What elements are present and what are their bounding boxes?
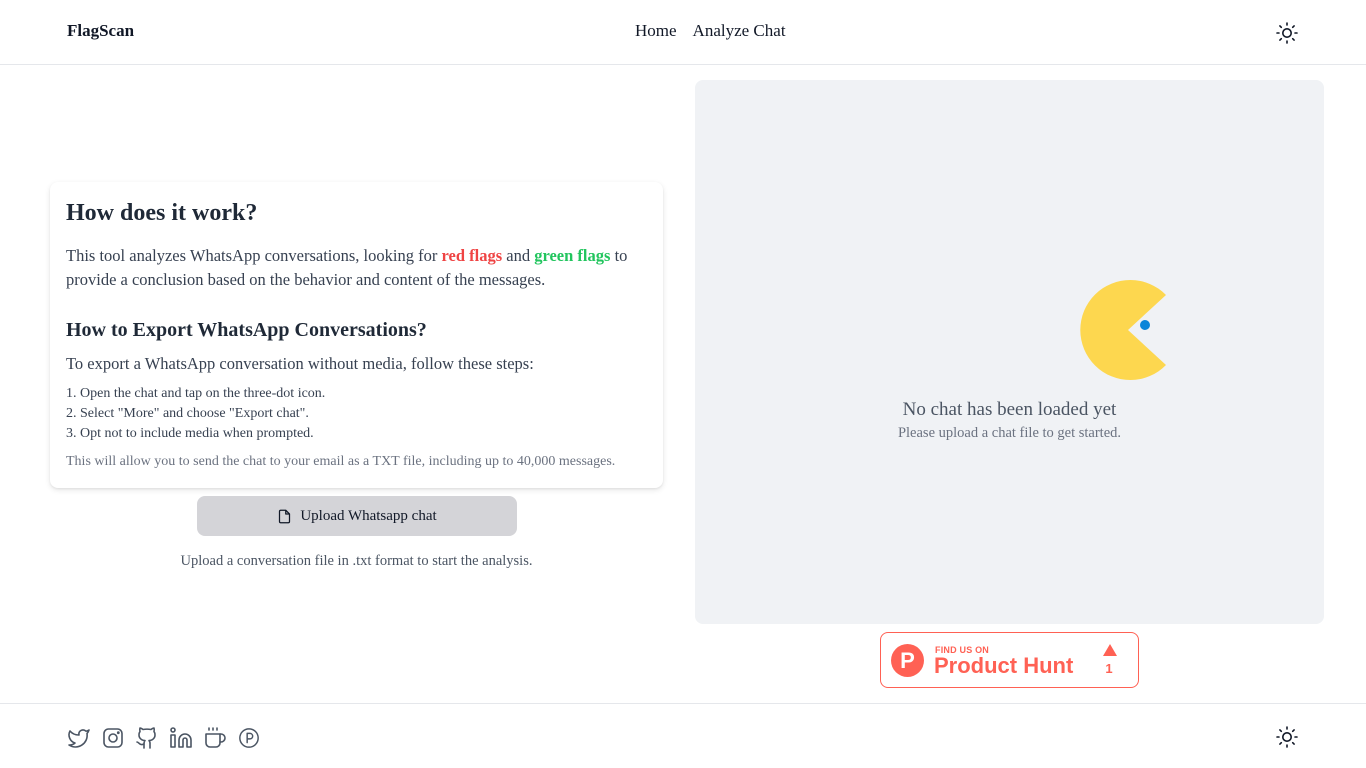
upvote-triangle-icon bbox=[1103, 644, 1117, 656]
how-it-works-title: How does it work? bbox=[66, 200, 258, 226]
product-hunt-badge[interactable]: P FIND US ON Product Hunt 1 bbox=[880, 632, 1139, 688]
red-flags-label: red flags bbox=[441, 246, 503, 265]
twitter-link[interactable] bbox=[67, 726, 91, 750]
nav-analyze-chat[interactable]: Analyze Chat bbox=[693, 21, 786, 41]
social-links bbox=[67, 726, 261, 750]
upload-hint: Upload a conversation file in .txt forma… bbox=[180, 553, 533, 569]
site-footer bbox=[0, 703, 1366, 768]
linkedin-icon bbox=[170, 727, 192, 748]
upload-chat-button[interactable]: Upload Whatsapp chat bbox=[197, 496, 517, 536]
product-hunt-icon bbox=[239, 728, 259, 748]
product-hunt-link[interactable] bbox=[237, 726, 261, 750]
linkedin-link[interactable] bbox=[169, 726, 193, 750]
intro-text-and: and bbox=[502, 246, 535, 265]
pacman-illustration bbox=[1080, 280, 1166, 380]
brand-logo[interactable]: FlagScan bbox=[67, 21, 134, 41]
buy-me-a-coffee-link[interactable] bbox=[203, 726, 227, 750]
main-nav: Home Analyze Chat bbox=[635, 21, 786, 41]
empty-state-title: No chat has been loaded yet bbox=[902, 399, 1117, 420]
product-hunt-big-label: Product Hunt bbox=[934, 653, 1074, 678]
file-icon bbox=[279, 509, 291, 523]
site-header: FlagScan Home Analyze Chat bbox=[0, 0, 1366, 65]
export-steps-list: 1. Open the chat and tap on the three-do… bbox=[66, 384, 647, 444]
sun-icon bbox=[1276, 726, 1298, 748]
footer-theme-toggle-button[interactable] bbox=[1274, 724, 1300, 750]
theme-toggle-button[interactable] bbox=[1274, 20, 1300, 46]
how-it-works-card: How does it work? This tool analyzes Wha… bbox=[50, 182, 663, 488]
instagram-link[interactable] bbox=[101, 726, 125, 750]
upload-chat-button-label: Upload Whatsapp chat bbox=[300, 507, 437, 524]
green-flags-label: green flags bbox=[534, 246, 611, 265]
instagram-icon bbox=[103, 728, 123, 748]
github-icon bbox=[136, 727, 156, 749]
steps-intro: To export a WhatsApp conversation withou… bbox=[66, 354, 534, 373]
sun-icon bbox=[1276, 22, 1298, 44]
intro-text: This tool analyzes WhatsApp conversation… bbox=[66, 244, 647, 292]
export-title: How to Export WhatsApp Conversations? bbox=[66, 319, 427, 341]
github-link[interactable] bbox=[135, 726, 159, 750]
nav-home[interactable]: Home bbox=[635, 21, 677, 41]
list-item: 3. Opt not to include media when prompte… bbox=[66, 426, 314, 441]
list-item: 2. Select "More" and choose "Export chat… bbox=[66, 406, 309, 421]
list-item: 1. Open the chat and tap on the three-do… bbox=[66, 386, 326, 401]
chat-preview-panel: No chat has been loaded yet Please uploa… bbox=[695, 80, 1324, 624]
upvote-count: 1 bbox=[1105, 661, 1113, 676]
product-hunt-logo-icon: P bbox=[891, 644, 924, 677]
coffee-icon bbox=[205, 727, 226, 748]
twitter-icon bbox=[68, 729, 90, 748]
export-note: This will allow you to send the chat to … bbox=[66, 454, 616, 469]
empty-state-subtitle: Please upload a chat file to get started… bbox=[897, 425, 1122, 441]
intro-text-start: This tool analyzes WhatsApp conversation… bbox=[66, 246, 442, 265]
